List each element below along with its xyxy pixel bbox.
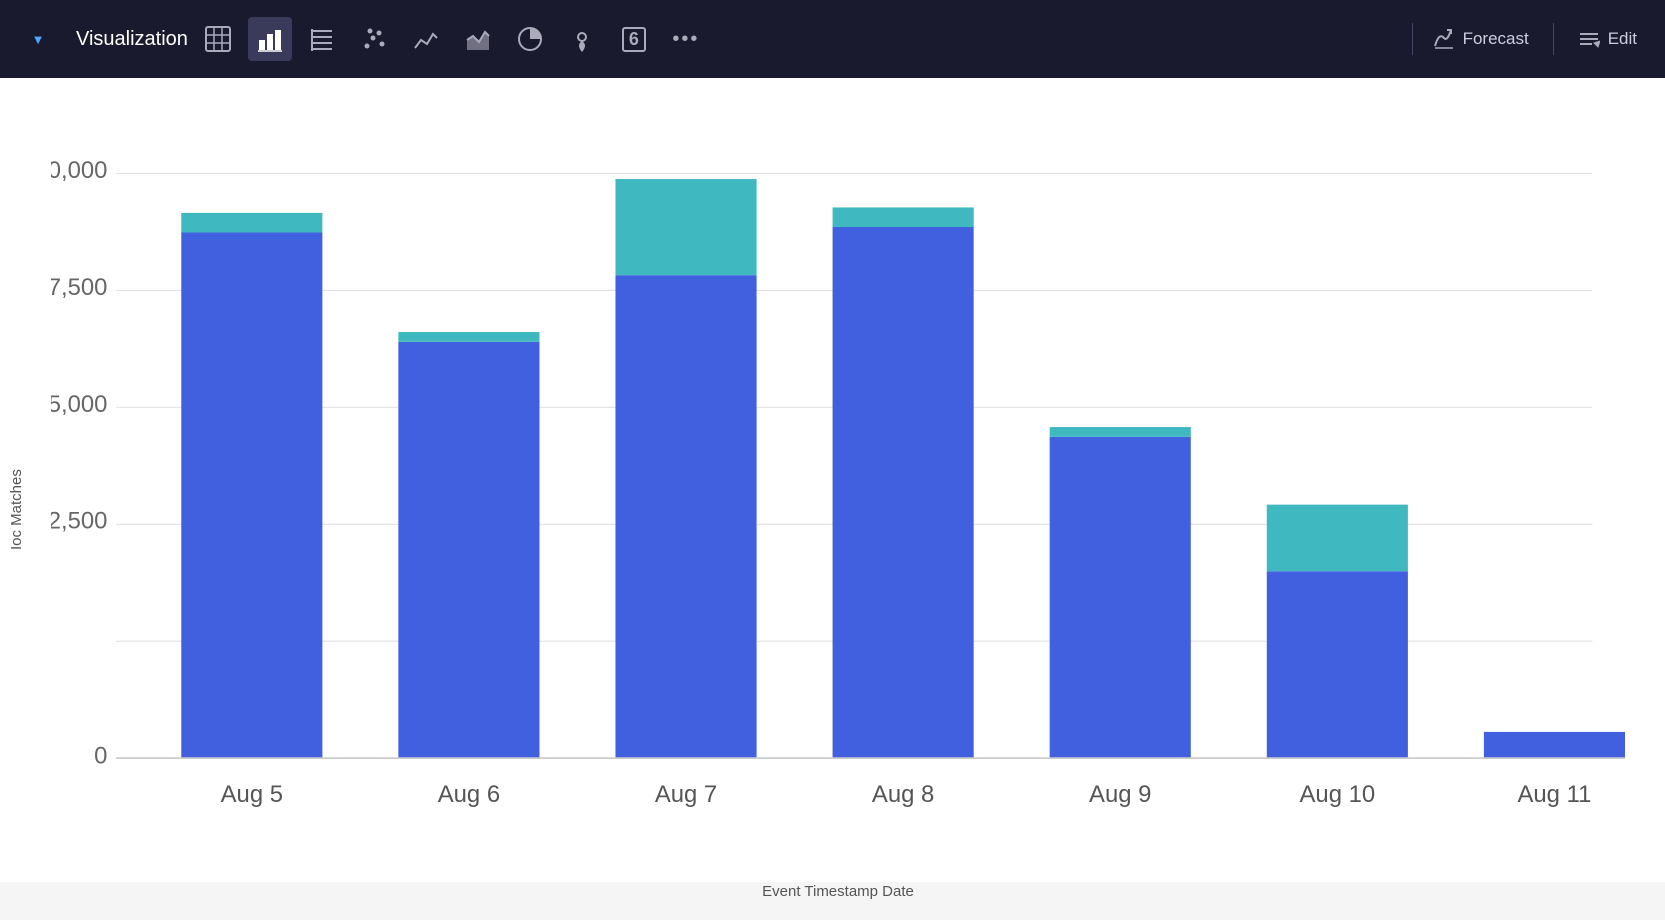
chevron-down-icon: ▼ bbox=[32, 32, 45, 47]
bar-aug9-secondary bbox=[1050, 427, 1191, 437]
map-icon bbox=[569, 26, 595, 52]
x-axis-label: Event Timestamp Date bbox=[51, 873, 1625, 920]
scatter-icon-button[interactable] bbox=[352, 17, 396, 61]
table-icon bbox=[205, 26, 231, 52]
svg-text:10,000: 10,000 bbox=[51, 157, 107, 184]
bar-aug10-primary bbox=[1267, 571, 1408, 758]
bar-aug7-secondary bbox=[615, 179, 756, 275]
forecast-button[interactable]: Forecast bbox=[1421, 22, 1541, 56]
bar-chart: 10,000 7,500 5,000 2,500 0 bbox=[51, 108, 1625, 873]
visualization-title: Visualization bbox=[76, 28, 188, 51]
svg-text:Aug 9: Aug 9 bbox=[1089, 781, 1151, 808]
svg-text:7,500: 7,500 bbox=[51, 274, 107, 301]
toolbar: ▼ Visualization bbox=[0, 0, 1665, 78]
toolbar-divider-2 bbox=[1553, 23, 1554, 55]
bar-aug5-secondary bbox=[181, 213, 322, 233]
area-icon-button[interactable] bbox=[456, 17, 500, 61]
bar-aug7-primary bbox=[615, 275, 756, 758]
forecast-icon bbox=[1433, 28, 1455, 50]
pivot-icon-button[interactable] bbox=[300, 17, 344, 61]
forecast-label: Forecast bbox=[1463, 29, 1529, 49]
svg-text:0: 0 bbox=[94, 743, 107, 770]
bar-aug5-primary bbox=[181, 231, 322, 758]
svg-text:Aug 11: Aug 11 bbox=[1517, 781, 1591, 808]
y-axis-label: Ioc Matches bbox=[0, 78, 41, 882]
chart-svg-area: 10,000 7,500 5,000 2,500 0 bbox=[51, 108, 1625, 873]
svg-text:Aug 8: Aug 8 bbox=[872, 781, 934, 808]
bar-aug6-primary bbox=[398, 342, 539, 758]
edit-button[interactable]: Edit bbox=[1566, 22, 1649, 56]
toolbar-left: ▼ Visualization bbox=[16, 17, 1404, 61]
pie-icon-button[interactable] bbox=[508, 17, 552, 61]
pie-icon bbox=[517, 26, 543, 52]
bar-chart-icon bbox=[257, 26, 283, 52]
bar-aug8-secondary bbox=[833, 207, 974, 227]
svg-text:Aug 7: Aug 7 bbox=[655, 781, 717, 808]
toolbar-right: Forecast Edit bbox=[1421, 22, 1649, 56]
chart-area: Ioc Matches 10,000 7,500 5,000 2,500 0 bbox=[0, 78, 1665, 882]
edit-label: Edit bbox=[1608, 29, 1637, 49]
bar-aug11-primary bbox=[1484, 732, 1625, 758]
toolbar-divider bbox=[1412, 23, 1413, 55]
svg-text:2,500: 2,500 bbox=[51, 508, 107, 535]
single-value-icon: 6 bbox=[622, 27, 646, 52]
chart-inner: 10,000 7,500 5,000 2,500 0 bbox=[41, 78, 1665, 882]
bar-aug9-primary bbox=[1050, 437, 1191, 758]
bar-aug10-secondary bbox=[1267, 505, 1408, 572]
table-icon-button[interactable] bbox=[196, 17, 240, 61]
edit-icon bbox=[1578, 28, 1600, 50]
more-icon: ••• bbox=[672, 28, 699, 51]
svg-text:Aug 5: Aug 5 bbox=[221, 781, 283, 808]
scatter-icon bbox=[361, 26, 387, 52]
bar-chart-icon-button[interactable] bbox=[248, 17, 292, 61]
svg-text:5,000: 5,000 bbox=[51, 391, 107, 418]
line-icon bbox=[413, 26, 439, 52]
line-icon-button[interactable] bbox=[404, 17, 448, 61]
bar-aug6-secondary bbox=[398, 332, 539, 342]
svg-text:Aug 10: Aug 10 bbox=[1300, 781, 1376, 808]
more-icon-button[interactable]: ••• bbox=[664, 17, 708, 61]
area-icon bbox=[465, 26, 491, 52]
single-value-icon-button[interactable]: 6 bbox=[612, 17, 656, 61]
bar-aug8-primary bbox=[833, 226, 974, 758]
svg-text:Aug 6: Aug 6 bbox=[438, 781, 500, 808]
pivot-icon bbox=[309, 26, 335, 52]
map-icon-button[interactable] bbox=[560, 17, 604, 61]
collapse-button[interactable]: ▼ bbox=[16, 17, 60, 61]
